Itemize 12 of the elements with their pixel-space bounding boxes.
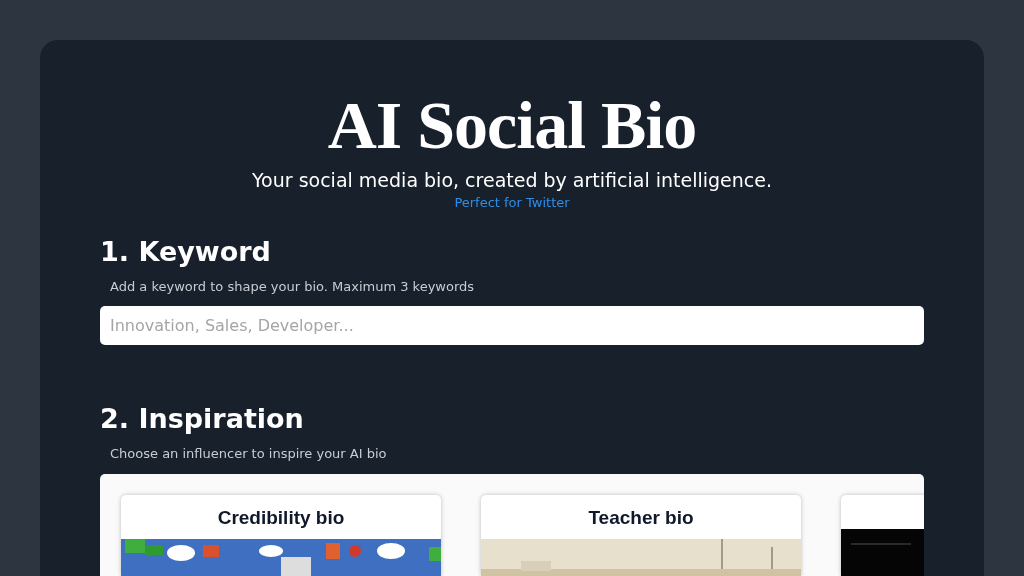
card-title: Credibility bio (216, 506, 346, 530)
section-heading: 1. Keyword (100, 235, 272, 269)
bio-card[interactable]: Teacher bio (481, 495, 801, 576)
section-heading: 2. Inspiration (100, 402, 305, 436)
subtitle: Your social media bio, created by artificial intelligence. (252, 168, 772, 192)
section-hint: Choose an influencer to inspire your AI bio (110, 445, 387, 463)
keyword-input[interactable]: Innovation, Sales, Developer... (100, 306, 924, 345)
page-title: AI Social Bio (327, 86, 697, 164)
card-title: Teacher bio (587, 506, 695, 530)
twitter-link[interactable]: Perfect for Twitter (454, 194, 570, 212)
bio-card[interactable]: Credibility bio (121, 495, 441, 576)
section-hint: Add a keyword to shape your bio. Maximum 3 keywords (110, 278, 475, 296)
